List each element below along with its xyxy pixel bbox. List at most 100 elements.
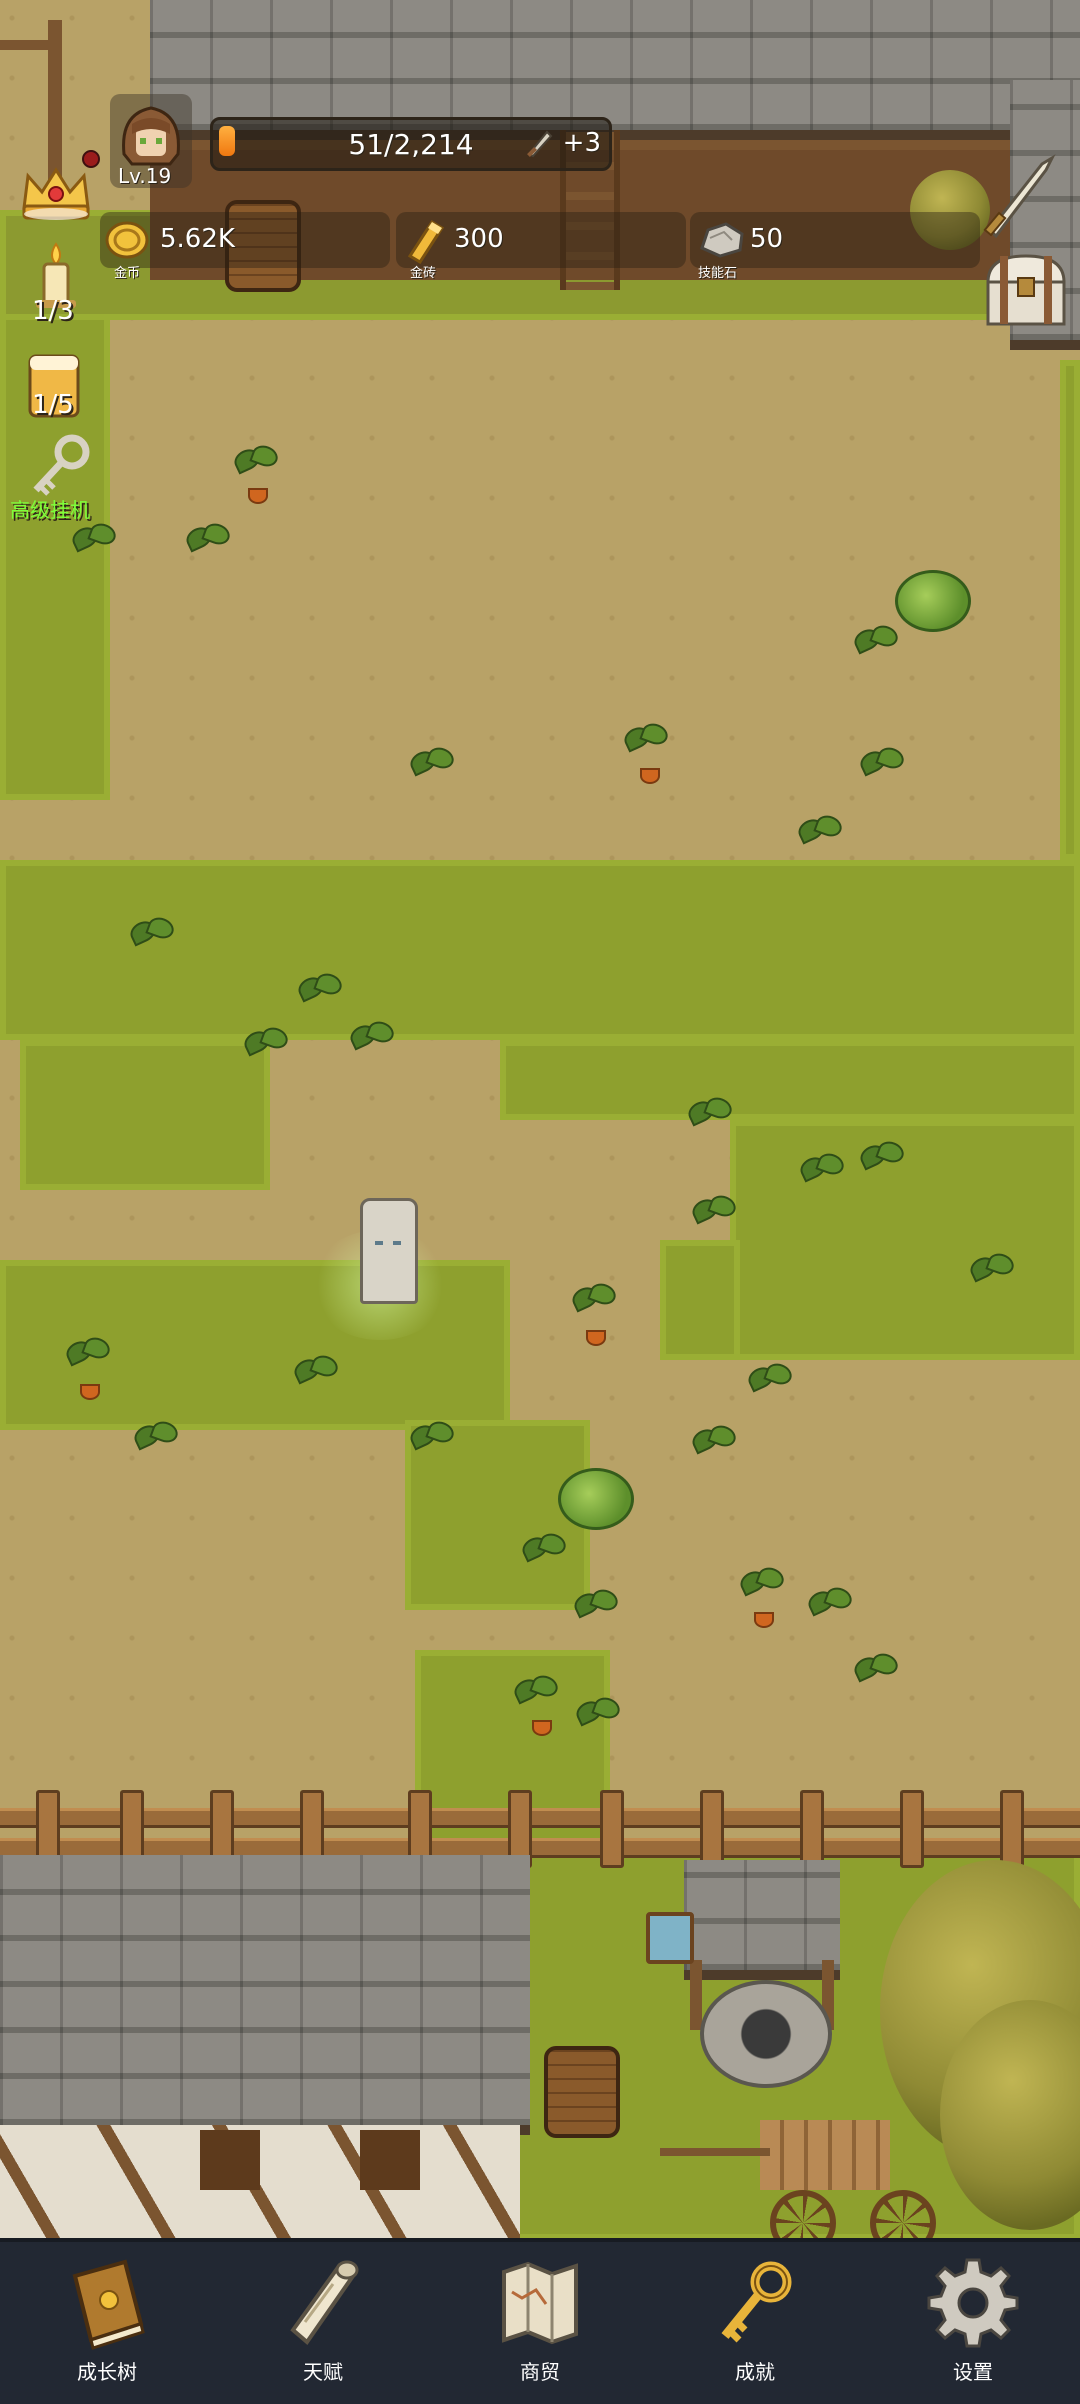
water-bucket xyxy=(646,1912,694,1964)
nav-item-achievement[interactable]: 成就 xyxy=(680,2252,830,2392)
crop-sprout xyxy=(798,1148,842,1188)
crown-button[interactable] xyxy=(18,160,94,224)
avatar-portrait-icon xyxy=(122,106,180,166)
crop-sprout xyxy=(852,620,896,660)
fence-post xyxy=(1000,1790,1024,1868)
character-eye xyxy=(375,1241,383,1245)
crop-sprout xyxy=(796,810,840,850)
gold-brick-value: 300 xyxy=(454,224,504,254)
treasure-chest-icon xyxy=(986,254,1066,326)
avatar[interactable]: Lv.19 xyxy=(110,94,192,188)
crop-sprout xyxy=(128,912,172,952)
key-icon xyxy=(721,2261,792,2343)
house-roof xyxy=(0,1855,530,2135)
skill-stone-value: 50 xyxy=(750,224,784,254)
fence-post xyxy=(600,1790,624,1868)
house-wall xyxy=(0,2125,520,2238)
carrot xyxy=(640,768,660,784)
crop-sprout xyxy=(348,1016,392,1056)
nav-label: 天赋 xyxy=(303,2360,343,2384)
crop-sprout xyxy=(184,518,228,558)
grass-patch xyxy=(1060,360,1080,860)
cabbage xyxy=(895,570,971,632)
carrot xyxy=(80,1384,100,1400)
crop-sprout xyxy=(132,1416,176,1456)
crop-sprout xyxy=(806,1582,850,1622)
gear-icon xyxy=(927,2258,1019,2348)
nav-item-growth-tree[interactable]: 成长树 xyxy=(32,2252,182,2392)
gold-value: 5.62K xyxy=(160,224,235,254)
crop-sprout xyxy=(572,1584,616,1624)
carrot xyxy=(754,1612,774,1628)
crop-sprout xyxy=(968,1248,1012,1288)
drink-count: 1/5 xyxy=(32,390,74,420)
fence-post xyxy=(800,1790,824,1868)
sword-icon xyxy=(523,126,557,164)
crop-sprout xyxy=(858,742,902,782)
skill-stone-caption: 技能石 xyxy=(698,266,738,281)
crop-sprout xyxy=(512,1670,556,1710)
nav-label: 成就 xyxy=(735,2360,775,2384)
game-world[interactable] xyxy=(0,0,1080,2238)
nav-item-trade[interactable]: 商贸 xyxy=(465,2252,615,2392)
great-sword-icon xyxy=(983,154,1056,239)
sword-button[interactable] xyxy=(980,150,1060,240)
skill-stone-counter[interactable]: 50 技能石 xyxy=(690,212,980,281)
crop-sprout xyxy=(64,1332,108,1372)
candle-button[interactable]: 1/3 xyxy=(24,240,88,330)
cart xyxy=(760,2120,890,2190)
drink-button[interactable]: 1/5 xyxy=(24,348,88,432)
gold-caption: 金币 xyxy=(114,266,141,281)
auto-idle-button[interactable]: 高级挂机 xyxy=(8,432,108,522)
crop-sprout xyxy=(690,1190,734,1230)
house-window xyxy=(200,2130,260,2190)
crown-icon xyxy=(22,167,90,220)
gold-brick-caption: 金砖 xyxy=(410,266,437,281)
gold-counter[interactable]: 5.62K 金币 xyxy=(100,212,390,281)
character-eye xyxy=(393,1241,401,1245)
crop-sprout xyxy=(690,1420,734,1460)
crop-sprout xyxy=(858,1136,902,1176)
crop-sprout xyxy=(242,1022,286,1062)
carrot xyxy=(248,488,268,504)
crop-sprout xyxy=(622,718,666,758)
barrel xyxy=(544,2046,620,2138)
crop-sprout xyxy=(296,968,340,1008)
gold-coin-icon xyxy=(104,220,150,264)
skill-stone-icon xyxy=(696,218,748,264)
nav-label: 设置 xyxy=(953,2360,993,2384)
carrot xyxy=(586,1330,606,1346)
cart-shaft xyxy=(660,2148,770,2156)
top-left-post xyxy=(0,40,60,50)
nav-item-settings[interactable]: 设置 xyxy=(898,2252,1048,2392)
auto-idle-label: 高级挂机 xyxy=(10,498,90,522)
crop-sprout xyxy=(570,1278,614,1318)
xp-bar: 51/2,214 +3 xyxy=(210,117,612,171)
nav-label: 成长树 xyxy=(77,2360,137,2384)
nav-item-talent[interactable]: 天赋 xyxy=(248,2252,398,2392)
grass-patch xyxy=(660,1240,740,1360)
fence-post xyxy=(700,1790,724,1868)
player-level: Lv.19 xyxy=(118,164,172,188)
scroll-icon xyxy=(290,2260,359,2345)
crop-sprout xyxy=(738,1562,782,1602)
well-post xyxy=(690,1960,702,2030)
cabbage xyxy=(558,1468,634,1530)
crop-sprout xyxy=(70,518,114,558)
fence-post xyxy=(900,1790,924,1868)
bottom-nav: 成长树 天赋 商贸 成就 设置 xyxy=(0,2238,1080,2404)
player-character[interactable] xyxy=(360,1198,418,1304)
well-base xyxy=(700,1980,832,2088)
house-window xyxy=(360,2130,420,2190)
map-icon xyxy=(502,2261,578,2345)
gold-brick-icon xyxy=(402,216,448,268)
crop-sprout xyxy=(408,1416,452,1456)
nav-label: 商贸 xyxy=(520,2360,560,2384)
crop-sprout xyxy=(746,1358,790,1398)
gold-brick-counter[interactable]: 300 金砖 xyxy=(396,212,686,281)
crop-sprout xyxy=(686,1092,730,1132)
xp-bonus: +3 xyxy=(562,128,601,158)
treasure-chest-button[interactable] xyxy=(980,248,1072,332)
wind-up-key-icon xyxy=(33,434,90,496)
well-roof xyxy=(684,1860,840,1980)
